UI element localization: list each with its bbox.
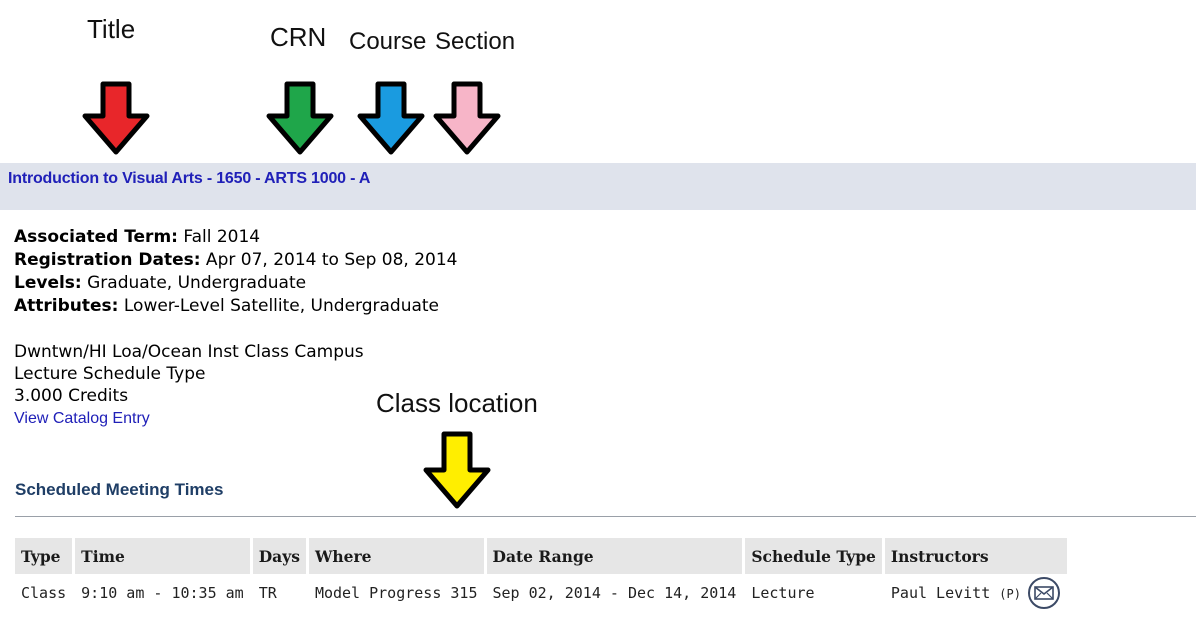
envelope-icon[interactable]	[1027, 576, 1061, 610]
levels-value: Graduate, Undergraduate	[81, 273, 307, 293]
course-info: Dwntwn/HI Loa/Ocean Inst Class Campus Le…	[14, 341, 364, 430]
table-header-row: Type Time Days Where Date Range Schedule…	[15, 538, 1067, 574]
primary-instructor-mark: (P)	[999, 587, 1021, 601]
levels-row: Levels: Graduate, Undergraduate	[14, 272, 457, 295]
green-down-arrow-icon	[266, 81, 334, 155]
cell-instructor: Paul Levitt (P)	[885, 574, 1067, 612]
annotation-title: Title	[87, 14, 136, 44]
registration-dates-row: Registration Dates: Apr 07, 2014 to Sep …	[14, 249, 457, 272]
header-schedule-type: Schedule Type	[745, 538, 882, 574]
pink-down-arrow-icon	[433, 81, 501, 155]
section-divider	[15, 516, 1196, 517]
blue-down-arrow-icon	[357, 81, 425, 155]
course-title-link[interactable]: Introduction to Visual Arts - 1650 - ART…	[8, 170, 370, 188]
instructor-name: Paul Levitt	[890, 584, 991, 602]
levels-label: Levels:	[14, 273, 82, 293]
header-instructors: Instructors	[884, 538, 1067, 574]
course-details: Associated Term: Fall 2014 Registration …	[14, 226, 457, 318]
campus-text: Dwntwn/HI Loa/Ocean Inst Class Campus	[14, 342, 364, 362]
view-catalog-entry-link[interactable]: View Catalog Entry	[14, 410, 150, 427]
schedule-type-text: Lecture Schedule Type	[14, 364, 206, 384]
annotation-class-location: Class location	[376, 388, 538, 418]
header-date-range: Date Range	[486, 538, 743, 574]
instructor-wrap: Paul Levitt (P)	[890, 577, 1061, 609]
header-type: Type	[15, 538, 73, 574]
annotation-section: Section	[435, 28, 516, 55]
cell-time: 9:10 am - 10:35 am	[81, 584, 244, 602]
cell-date-range: Sep 02, 2014 - Dec 14, 2014	[492, 584, 737, 602]
annotation-course: Course	[349, 28, 427, 55]
attributes-label: Attributes:	[14, 296, 119, 316]
cell-days: TR	[258, 584, 277, 602]
associated-term-label: Associated Term:	[14, 227, 178, 247]
associated-term-value: Fall 2014	[177, 227, 261, 247]
attributes-row: Attributes: Lower-Level Satellite, Under…	[14, 295, 457, 318]
annotation-crn: CRN	[270, 22, 327, 52]
header-days: Days	[252, 538, 306, 574]
course-heading-bar: Introduction to Visual Arts - 1650 - ART…	[0, 163, 1196, 210]
red-down-arrow-icon	[82, 81, 150, 155]
registration-dates-label: Registration Dates:	[14, 250, 201, 270]
meeting-times-table: Type Time Days Where Date Range Schedule…	[12, 538, 1070, 612]
attributes-value: Lower-Level Satellite, Undergraduate	[118, 296, 440, 316]
cell-type: Class	[21, 584, 67, 602]
header-where: Where	[308, 538, 484, 574]
yellow-down-arrow-icon	[423, 431, 491, 509]
cell-where: Model Progress 315	[314, 584, 478, 602]
header-time: Time	[75, 538, 250, 574]
cell-schedule-type: Lecture	[751, 584, 815, 602]
scheduled-meeting-times-title: Scheduled Meeting Times	[15, 480, 224, 499]
associated-term-row: Associated Term: Fall 2014	[14, 226, 457, 249]
credits-text: 3.000 Credits	[14, 386, 129, 406]
table-row: Class 9:10 am - 10:35 am TR Model Progre…	[15, 574, 1067, 612]
registration-dates-value: Apr 07, 2014 to Sep 08, 2014	[200, 250, 458, 270]
